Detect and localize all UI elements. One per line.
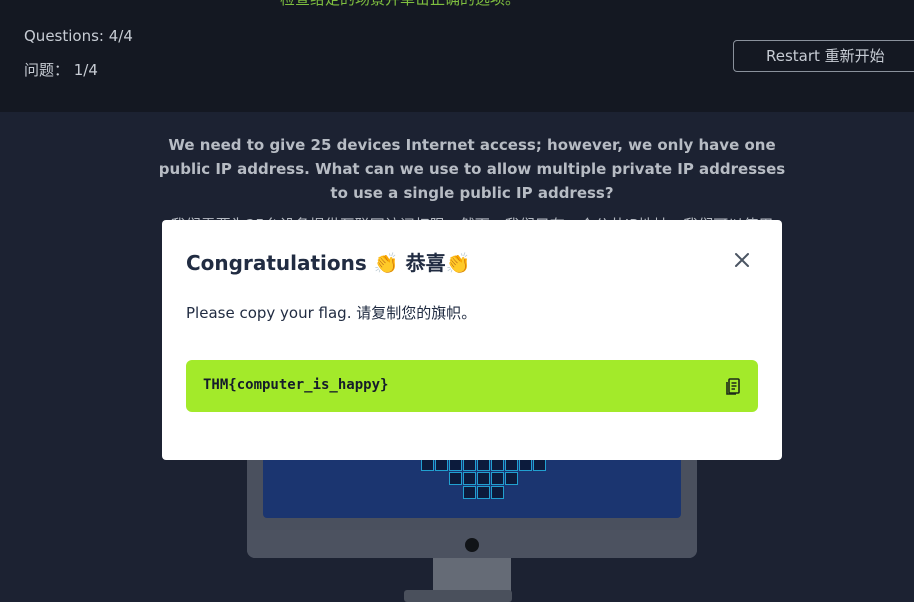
modal-title: Congratulations 👏 恭喜👏 <box>186 251 471 275</box>
close-icon[interactable] <box>729 247 755 273</box>
flag-box[interactable]: THM{computer_is_happy} <box>186 360 758 412</box>
modal-message: Please copy your flag. 请复制您的旗帜。 <box>186 304 477 322</box>
congratulations-modal: Congratulations 👏 恭喜👏 Please copy your f… <box>162 220 782 460</box>
flag-text[interactable]: THM{computer_is_happy} <box>203 377 388 393</box>
clipboard-icon[interactable] <box>724 376 742 396</box>
